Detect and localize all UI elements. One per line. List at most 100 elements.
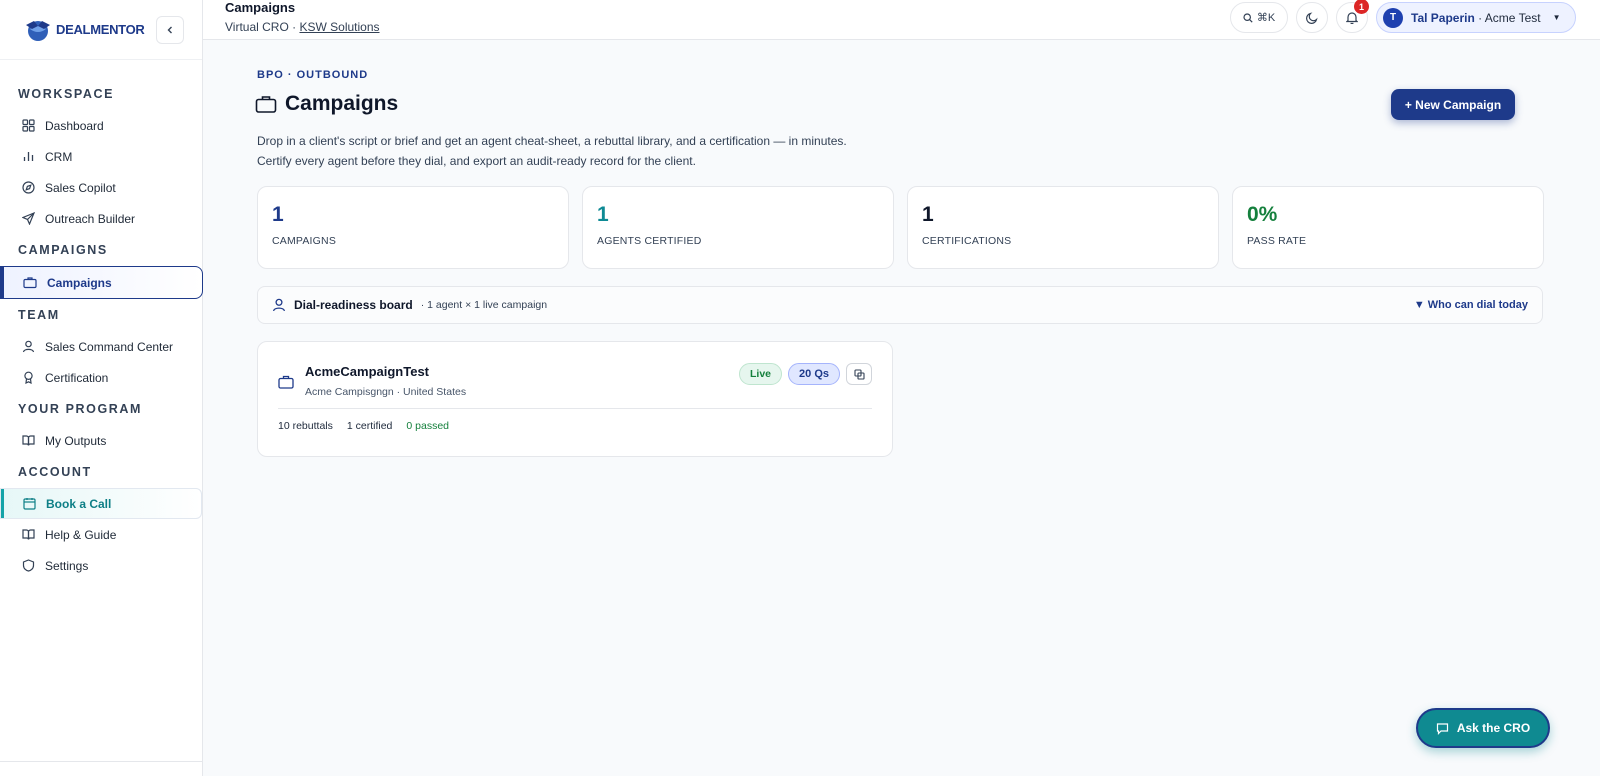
stat-label: AGENTS CERTIFIED [597, 235, 702, 247]
bell-icon [1346, 12, 1358, 24]
campaign-card[interactable]: AcmeCampaignTest Acme Campisgngn · Unite… [257, 341, 893, 457]
ask-the-cro-label: Ask the CRO [1456, 721, 1531, 735]
sidebar-item-sales-command-center[interactable]: Sales Command Center [0, 331, 202, 362]
logo[interactable]: DEALMENTOR [24, 17, 145, 43]
sidebar-item-label: Book a Call [46, 496, 112, 511]
notification-badge: 1 [1354, 0, 1369, 14]
dial-readiness-board[interactable]: Dial-readiness board · 1 agent × 1 live … [257, 286, 1543, 324]
sidebar-divider [0, 761, 202, 762]
who-can-dial-toggle[interactable]: ▼ Who can dial today [1414, 299, 1528, 311]
stats-row: 1 CAMPAIGNS 1 AGENTS CERTIFIED 1 CERTIFI… [257, 186, 1544, 269]
top-bar: Campaigns Virtual CRO · KSW Solutions ⌘K… [203, 0, 1600, 40]
sidebar-item-sales-copilot[interactable]: Sales Copilot [0, 172, 202, 203]
grid-icon [22, 119, 35, 132]
user-org: · Acme Test [1474, 10, 1541, 25]
campaign-title[interactable]: AcmeCampaignTest [305, 364, 429, 379]
sidebar-item-certification[interactable]: Certification [0, 362, 202, 393]
briefcase-icon [23, 277, 37, 289]
board-meta: · 1 agent × 1 live campaign [420, 299, 548, 311]
section-title-your-program: YOUR PROGRAM [18, 402, 143, 416]
section-title-account: ACCOUNT [18, 465, 92, 479]
sidebar-item-campaigns[interactable]: Campaigns [0, 266, 203, 299]
award-icon [24, 371, 33, 384]
search-icon [1243, 12, 1253, 23]
compass-icon [22, 181, 35, 194]
stat-card-certifications: 1 CERTIFICATIONS [907, 186, 1219, 269]
passed-count: 0 passed [406, 420, 450, 432]
sidebar-item-my-outputs[interactable]: My Outputs [0, 425, 202, 456]
sidebar-item-label: Certification [45, 370, 109, 385]
notifications-button[interactable]: 1 [1336, 0, 1369, 33]
ask-the-cro-button[interactable]: Ask the CRO [1416, 708, 1550, 748]
send-icon [22, 212, 35, 225]
shield-icon [22, 559, 35, 572]
book-open-icon [22, 529, 35, 540]
board-title: Dial-readiness board [294, 298, 413, 312]
logo-row: DEALMENTOR [0, 0, 202, 60]
sidebar-item-label: Sales Command Center [45, 339, 174, 354]
rebuttals-count: 10 rebuttals [278, 420, 333, 432]
theme-toggle-button[interactable] [1296, 2, 1328, 33]
sidebar-item-book-a-call[interactable]: Book a Call [0, 488, 202, 519]
certified-count: 1 certified [346, 420, 393, 432]
search-shortcut: ⌘K [1256, 12, 1276, 24]
logo-text: DEALMENTOR [56, 22, 145, 37]
sidebar-item-help-guide[interactable]: Help & Guide [0, 519, 202, 550]
book-open-icon [22, 435, 35, 446]
sidebar-item-label: Outreach Builder [45, 211, 136, 226]
page-description: Drop in a client's script or brief and g… [257, 131, 847, 171]
questions-badge[interactable]: 20 Qs [788, 363, 840, 385]
user-icon [272, 298, 286, 312]
stat-label: PASS RATE [1247, 235, 1307, 247]
breadcrumb-prefix: Virtual CRO · [225, 20, 300, 34]
user-menu-button[interactable]: T Tal Paperin · Acme Test ▼ [1376, 2, 1576, 33]
stat-value: 0% [1247, 203, 1278, 226]
sidebar-item-label: Campaigns [47, 275, 112, 290]
sidebar-item-label: Help & Guide [45, 527, 117, 542]
bar-chart-icon [23, 152, 34, 161]
top-right-controls: ⌘K 1 T Tal Paperin · Acme Test ▼ [1230, 0, 1576, 33]
stat-value: 1 [597, 203, 609, 226]
stat-label: CERTIFICATIONS [922, 235, 1012, 247]
breadcrumb-link-ksw-solutions[interactable]: KSW Solutions [299, 20, 379, 34]
sidebar-item-label: Settings [45, 558, 89, 573]
sidebar-item-crm[interactable]: CRM [0, 141, 202, 172]
stat-card-pass-rate: 0% PASS RATE [1232, 186, 1544, 269]
moon-icon [1306, 11, 1318, 24]
collapse-sidebar-button[interactable] [156, 15, 184, 44]
description-line-2: Certify every agent before they dial, an… [257, 154, 696, 168]
sidebar: DEALMENTOR WORKSPACE Dashboard CRM Sales… [0, 0, 203, 776]
search-button[interactable]: ⌘K [1230, 2, 1288, 33]
briefcase-icon [255, 96, 277, 113]
description-line-1: Drop in a client's script or brief and g… [257, 134, 847, 148]
page-title-row: Campaigns [255, 92, 398, 116]
caret-down-icon: ▼ [1552, 13, 1561, 22]
page-header-title: Campaigns [225, 0, 296, 15]
campaign-card-header: AcmeCampaignTest Acme Campisgngn · Unite… [278, 342, 872, 409]
chat-bubble-icon [1436, 722, 1448, 735]
campaign-card-actions: Live 20 Qs [739, 363, 872, 385]
globe-logo-icon [26, 20, 50, 41]
section-title-workspace: WORKSPACE [18, 87, 115, 101]
section-title-campaigns: CAMPAIGNS [18, 243, 108, 257]
user-name: Tal Paperin [1411, 10, 1475, 25]
sidebar-item-label: Dashboard [45, 118, 104, 133]
briefcase-icon [278, 375, 294, 389]
calendar-icon [23, 498, 36, 510]
stat-value: 1 [922, 203, 934, 226]
stat-card-agents-certified: 1 AGENTS CERTIFIED [582, 186, 894, 269]
main-content: BPO · OUTBOUND Campaigns + New Campaign … [203, 40, 1600, 776]
sidebar-item-settings[interactable]: Settings [0, 550, 202, 581]
new-campaign-button[interactable]: + New Campaign [1391, 89, 1515, 120]
copy-icon [853, 368, 865, 380]
sidebar-item-label: CRM [45, 149, 73, 164]
stat-card-campaigns: 1 CAMPAIGNS [257, 186, 569, 269]
section-title-team: TEAM [18, 308, 60, 322]
duplicate-campaign-button[interactable] [846, 363, 872, 385]
sidebar-item-dashboard[interactable]: Dashboard [0, 110, 202, 141]
page-eyebrow: BPO · OUTBOUND [257, 69, 369, 81]
status-badge-live: Live [739, 363, 783, 385]
user-icon [22, 340, 35, 353]
page-title: Campaigns [285, 92, 399, 115]
sidebar-item-outreach-builder[interactable]: Outreach Builder [0, 203, 202, 234]
